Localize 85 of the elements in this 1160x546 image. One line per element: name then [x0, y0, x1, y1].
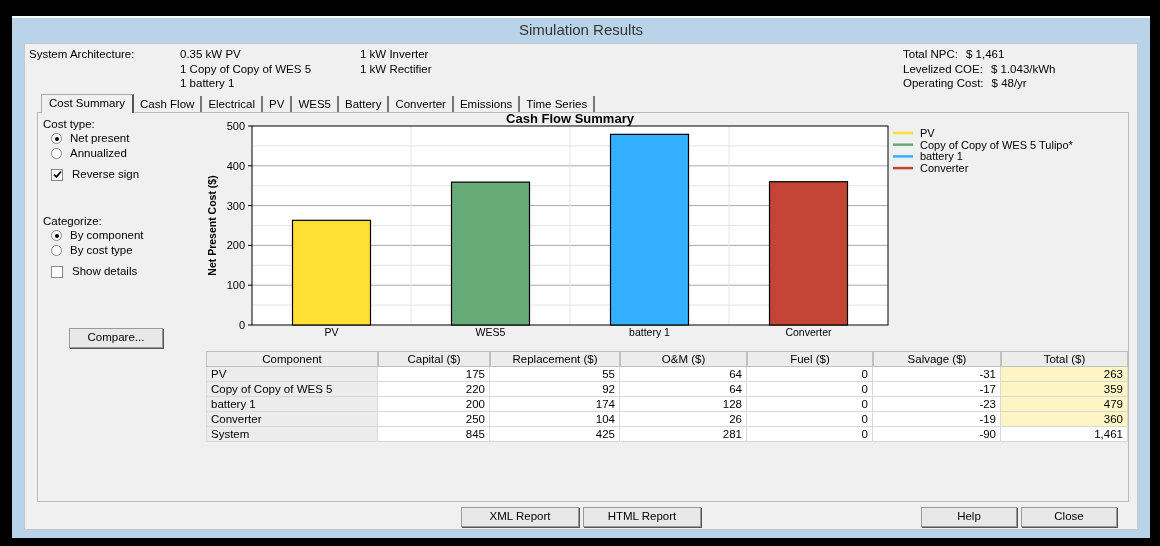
- window-title: Simulation Results: [518, 20, 644, 41]
- category-label: Converter: [785, 326, 832, 338]
- summary-value: $ 48/yr: [991, 76, 1027, 91]
- tick-label: 300: [226, 199, 245, 212]
- architecture-item: 1 battery 1: [180, 76, 236, 91]
- legend-label: Converter: [920, 162, 969, 175]
- dialog-button[interactable]: HTML Report: [583, 507, 701, 527]
- column-header: Replacement ($): [490, 351, 620, 367]
- architecture-item: 1 kW Inverter: [360, 47, 430, 62]
- category-label: battery 1: [629, 326, 670, 338]
- table-cell: 0: [747, 382, 873, 397]
- tick-label: 100: [226, 279, 245, 292]
- radio-option[interactable]: By cost type: [51, 243, 200, 258]
- architecture-item: 1 kW Rectifier: [360, 61, 432, 76]
- table-cell: 845: [378, 427, 490, 442]
- tick-label: 500: [226, 120, 245, 132]
- summary-label: Operating Cost:: [903, 76, 984, 91]
- option-heading: Categorize:: [43, 214, 103, 228]
- table-cell: 479: [1001, 397, 1128, 412]
- table-cell: -23: [873, 397, 1001, 412]
- table-cell: 0: [747, 397, 873, 412]
- table-cell: 359: [1001, 382, 1128, 397]
- table-cell: 220: [378, 382, 490, 397]
- row-header: Converter: [206, 412, 378, 427]
- summary-value: $ 1.043/kWh: [990, 61, 1056, 76]
- radio-option[interactable]: By component: [51, 228, 200, 243]
- radio-option[interactable]: Annualized: [51, 146, 200, 161]
- table-cell: -17: [873, 382, 1001, 397]
- tick-label: 0: [238, 319, 245, 331]
- tick-label: 400: [226, 159, 245, 172]
- table-cell: 281: [620, 427, 747, 442]
- option-heading: Cost type:: [43, 117, 96, 131]
- legend-label: battery 1: [920, 150, 963, 163]
- column-header: Salvage ($): [873, 351, 1001, 367]
- table-cell: 26: [620, 412, 747, 427]
- row-header: System: [206, 427, 378, 442]
- table-cell: 64: [620, 367, 747, 382]
- legend-label: Copy of Copy of WES 5 Tulipo*: [920, 138, 1073, 151]
- summary-value: $ 1,461: [965, 47, 1005, 62]
- table-cell: 1,461: [1001, 427, 1128, 442]
- table-cell: 92: [490, 382, 620, 397]
- checkbox-option[interactable]: Show details: [51, 264, 200, 279]
- architecture-label: System Architecture:: [29, 47, 136, 62]
- dialog-button[interactable]: Close: [1021, 507, 1117, 527]
- table-cell: 0: [747, 427, 873, 442]
- row-header: Copy of Copy of WES 5: [206, 382, 378, 397]
- table-cell: 200: [378, 397, 490, 412]
- column-header: Fuel ($): [747, 351, 873, 367]
- table-cell: 64: [620, 382, 747, 397]
- table-cell: 0: [747, 367, 873, 382]
- dialog-button[interactable]: XML Report: [461, 507, 579, 527]
- column-header: Component: [206, 351, 378, 367]
- column-header: Total ($): [1001, 351, 1128, 367]
- table-cell: -90: [873, 427, 1001, 442]
- table-cell: 104: [490, 412, 620, 427]
- tab[interactable]: Cost Summary: [41, 94, 135, 113]
- summary-label: Total NPC:: [903, 47, 958, 62]
- table-cell: 55: [490, 367, 620, 382]
- checkbox-option[interactable]: Reverse sign: [51, 167, 200, 182]
- row-header: battery 1: [206, 397, 378, 412]
- table-cell: 360: [1001, 412, 1128, 427]
- table-cell: 175: [378, 367, 490, 382]
- table-cell: -31: [873, 367, 1001, 382]
- table-cell: 128: [620, 397, 747, 412]
- compare-button[interactable]: Compare...: [69, 328, 163, 348]
- legend-label: PV: [920, 127, 935, 139]
- table-cell: -19: [873, 412, 1001, 427]
- architecture-item: 0.35 kW PV: [180, 47, 242, 62]
- column-header: Capital ($): [378, 351, 490, 367]
- row-header: PV: [206, 367, 378, 382]
- column-header: O&M ($): [620, 351, 747, 367]
- category-label: PV: [324, 326, 339, 338]
- axis-title: Net Present Cost ($): [206, 175, 218, 276]
- tick-label: 200: [226, 239, 245, 252]
- radio-option[interactable]: Net present: [51, 131, 200, 146]
- table-cell: 0: [747, 412, 873, 427]
- architecture-item: 1 Copy of Copy of WES 5: [180, 61, 313, 76]
- dialog-button[interactable]: Help: [921, 507, 1017, 527]
- summary-label: Levelized COE:: [903, 61, 983, 76]
- chart-title: Cash Flow Summary: [506, 113, 634, 126]
- table-cell: 263: [1001, 367, 1128, 382]
- table-cell: 425: [490, 427, 620, 442]
- table-cell: 250: [378, 412, 490, 427]
- category-label: WES5: [475, 326, 506, 338]
- table-cell: 174: [490, 397, 620, 412]
